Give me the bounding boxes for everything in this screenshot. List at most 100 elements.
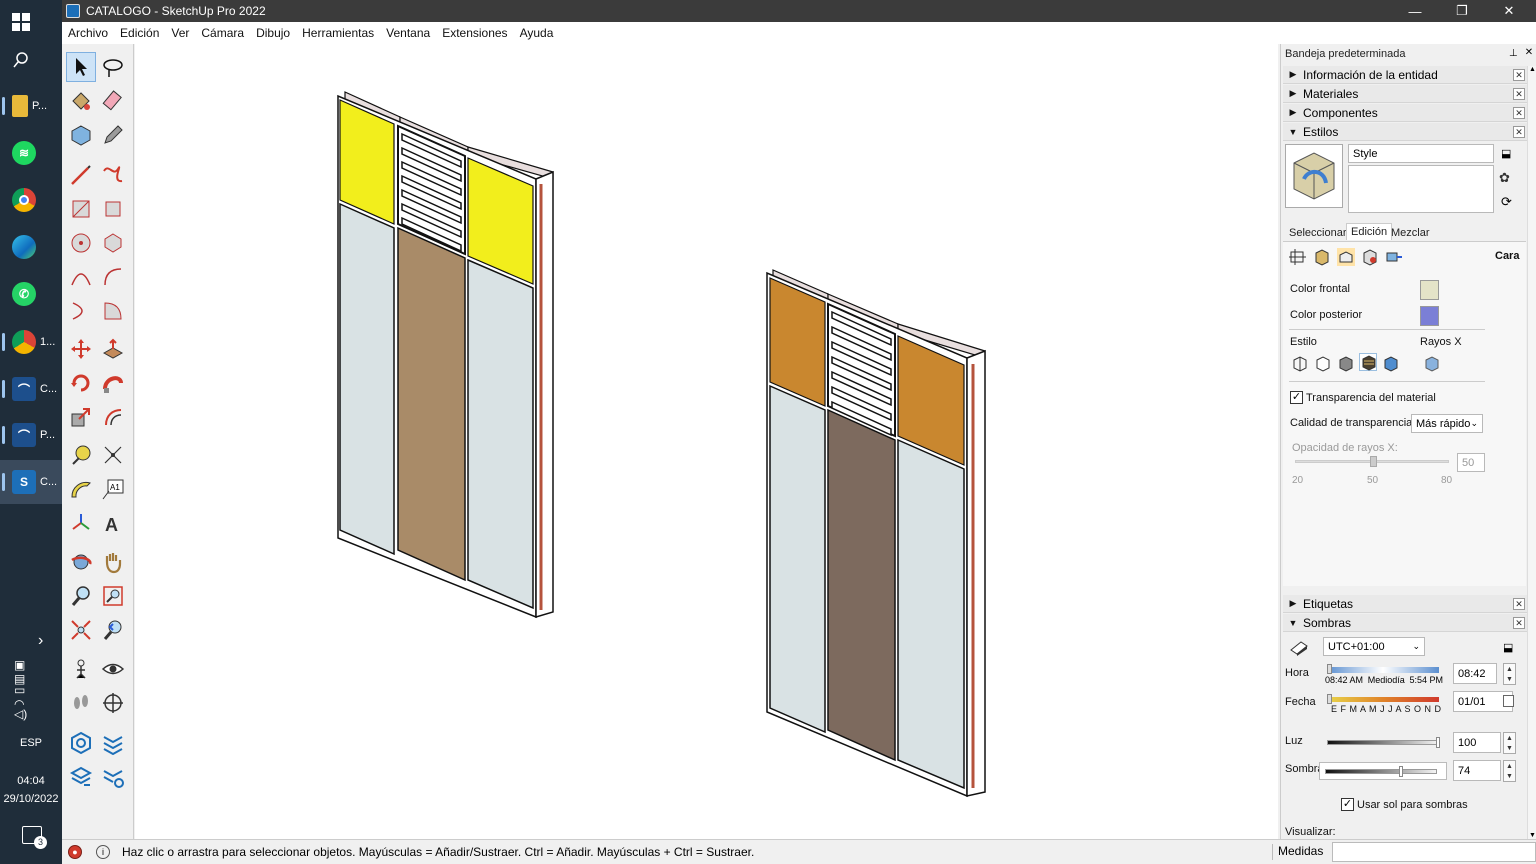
system-tray-icons[interactable]: ▣ ▤ xyxy=(14,658,54,686)
slider-thumb[interactable] xyxy=(1399,766,1403,777)
menu-extensiones[interactable]: Extensiones xyxy=(436,26,513,40)
section-close-icon[interactable]: ✕ xyxy=(1513,598,1525,610)
section-close-icon[interactable]: ✕ xyxy=(1513,69,1525,81)
style-description-input[interactable] xyxy=(1348,165,1494,213)
3d-text-tool[interactable]: A xyxy=(98,508,128,538)
menu-camara[interactable]: Cámara xyxy=(195,26,250,40)
section-shadows[interactable]: ▼ Sombras ✕ xyxy=(1283,614,1527,632)
rotated-rectangle-tool[interactable] xyxy=(98,194,128,224)
tray-scrollbar[interactable]: ▲ ▼ xyxy=(1527,66,1536,839)
minimize-button[interactable]: — xyxy=(1392,0,1438,22)
panel-right[interactable] xyxy=(766,269,986,798)
front-color-swatch[interactable] xyxy=(1420,280,1439,300)
menu-ayuda[interactable]: Ayuda xyxy=(514,26,560,40)
geo-location-icon[interactable]: ● xyxy=(68,845,82,859)
chevron-right-icon[interactable]: › xyxy=(38,632,43,650)
orbit-tool[interactable] xyxy=(66,547,96,577)
language-indicator[interactable]: ESP xyxy=(0,737,62,749)
create-style-icon[interactable]: ✿ xyxy=(1499,170,1515,186)
expand-details-icon[interactable]: ⬓ xyxy=(1503,641,1513,654)
edge-settings-icon[interactable] xyxy=(1289,248,1307,266)
tape-measure-tool[interactable] xyxy=(66,440,96,470)
slider-thumb[interactable] xyxy=(1327,694,1332,704)
menu-archivo[interactable]: Archivo xyxy=(62,26,114,40)
pan-tool[interactable] xyxy=(98,547,128,577)
eraser-tool[interactable] xyxy=(98,86,128,116)
dimension-tool[interactable] xyxy=(98,440,128,470)
follow-me-tool[interactable] xyxy=(98,368,128,398)
light-slider[interactable] xyxy=(1327,737,1440,748)
date-slider[interactable] xyxy=(1327,694,1439,704)
section-close-icon[interactable]: ✕ xyxy=(1513,617,1525,629)
taskbar-app-spotify[interactable]: ≋ xyxy=(0,131,62,175)
arc-tool[interactable] xyxy=(66,262,96,292)
back-color-swatch[interactable] xyxy=(1420,306,1439,326)
modeling-settings-icon[interactable] xyxy=(1385,248,1403,266)
taskbar-app-edge[interactable] xyxy=(0,225,62,269)
shaded-style-icon[interactable] xyxy=(1337,355,1355,373)
axes-tool[interactable] xyxy=(66,508,96,538)
pin-icon[interactable]: ⊥ xyxy=(1509,48,1518,59)
face-settings-icon[interactable] xyxy=(1313,248,1331,266)
menu-ventana[interactable]: Ventana xyxy=(380,26,436,40)
paint-bucket-tool[interactable] xyxy=(66,86,96,116)
slider-thumb[interactable] xyxy=(1436,737,1440,748)
menu-ver[interactable]: Ver xyxy=(165,26,195,40)
drawing-viewport[interactable] xyxy=(135,44,1278,839)
notification-center-icon[interactable]: 3 xyxy=(22,826,47,849)
slider-thumb[interactable] xyxy=(1327,664,1332,674)
circle-tool[interactable] xyxy=(66,228,96,258)
update-style-icon[interactable]: ⬓ xyxy=(1501,147,1515,161)
section-styles[interactable]: ▼ Estilos ✕ xyxy=(1283,123,1527,141)
section-close-icon[interactable]: ✕ xyxy=(1513,88,1525,100)
push-pull-tool[interactable] xyxy=(98,334,128,364)
light-spinner[interactable]: ▲ ▼ xyxy=(1503,732,1516,754)
lasso-tool[interactable] xyxy=(98,52,128,82)
transparency-checkbox[interactable]: ✓ xyxy=(1290,391,1303,404)
position-camera-tool[interactable] xyxy=(66,654,96,684)
taskbar-app-explorer[interactable]: P... xyxy=(0,84,62,128)
slider-thumb[interactable] xyxy=(1370,456,1377,467)
taskbar-app-layout-1[interactable]: ⌒ C... xyxy=(0,367,62,411)
select-tool[interactable] xyxy=(66,52,96,82)
section-close-icon[interactable]: ✕ xyxy=(1513,107,1525,119)
section-close-icon[interactable]: ✕ xyxy=(1513,126,1525,138)
panel-left[interactable] xyxy=(337,91,554,619)
section-entity-info[interactable]: ▶ Información de la entidad ✕ xyxy=(1283,66,1527,84)
walk-tool[interactable] xyxy=(66,688,96,718)
light-input[interactable]: 100 xyxy=(1453,732,1501,753)
rotate-tool[interactable] xyxy=(66,368,96,398)
watermark-settings-icon[interactable] xyxy=(1361,248,1379,266)
menu-edicion[interactable]: Edición xyxy=(114,26,165,40)
zoom-window-tool[interactable] xyxy=(98,581,128,611)
hidden-line-style-icon[interactable] xyxy=(1314,355,1332,373)
volume-icon[interactable]: ◁) xyxy=(14,707,27,721)
style-name-input[interactable]: Style xyxy=(1348,144,1494,163)
section-tags[interactable]: ▶ Etiquetas ✕ xyxy=(1283,595,1527,613)
freehand-tool[interactable] xyxy=(98,160,128,190)
search-button[interactable] xyxy=(0,38,62,82)
quality-select[interactable]: Más rápido ⌄ xyxy=(1411,414,1483,433)
xray-style-icon[interactable] xyxy=(1423,355,1441,373)
section-components[interactable]: ▶ Componentes ✕ xyxy=(1283,104,1527,122)
tab-seleccionar[interactable]: Seleccionar xyxy=(1285,225,1350,241)
shaded-textures-style-icon[interactable] xyxy=(1359,353,1377,371)
restore-button[interactable]: ❐ xyxy=(1439,0,1485,22)
menu-dibujo[interactable]: Dibujo xyxy=(250,26,296,40)
look-around-tool[interactable] xyxy=(98,654,128,684)
timezone-select[interactable]: UTC+01:00 ⌄ xyxy=(1323,637,1425,656)
hour-slider[interactable] xyxy=(1327,664,1439,674)
shade-slider[interactable] xyxy=(1325,766,1437,777)
extension-manager-tool[interactable] xyxy=(98,728,128,758)
background-settings-icon[interactable] xyxy=(1337,248,1355,266)
model-canvas[interactable] xyxy=(135,44,1278,839)
taskbar-app-chrome[interactable] xyxy=(0,178,62,222)
zoom-extents-tool[interactable] xyxy=(66,615,96,645)
make-component-tool[interactable] xyxy=(66,120,96,150)
previous-view-tool[interactable] xyxy=(98,615,128,645)
refresh-icon[interactable]: ⟳ xyxy=(1501,194,1515,209)
move-tool[interactable] xyxy=(66,334,96,364)
show-shadows-icon[interactable] xyxy=(1289,638,1308,656)
two-point-arc-tool[interactable] xyxy=(98,262,128,292)
measures-input[interactable] xyxy=(1332,842,1536,862)
